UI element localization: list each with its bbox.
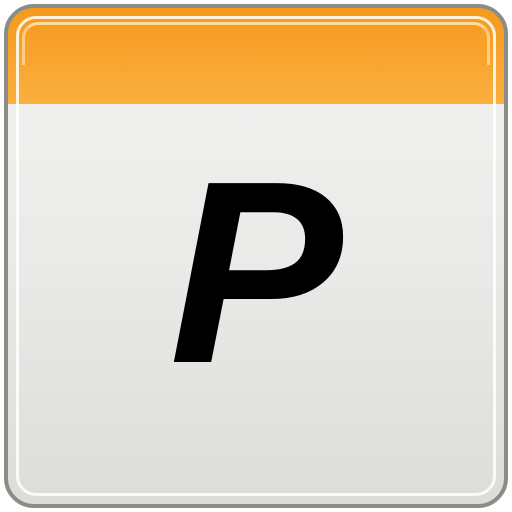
- icon-header-bar: [8, 8, 504, 104]
- icon-letter: P: [169, 128, 343, 418]
- app-icon[interactable]: P: [4, 4, 508, 508]
